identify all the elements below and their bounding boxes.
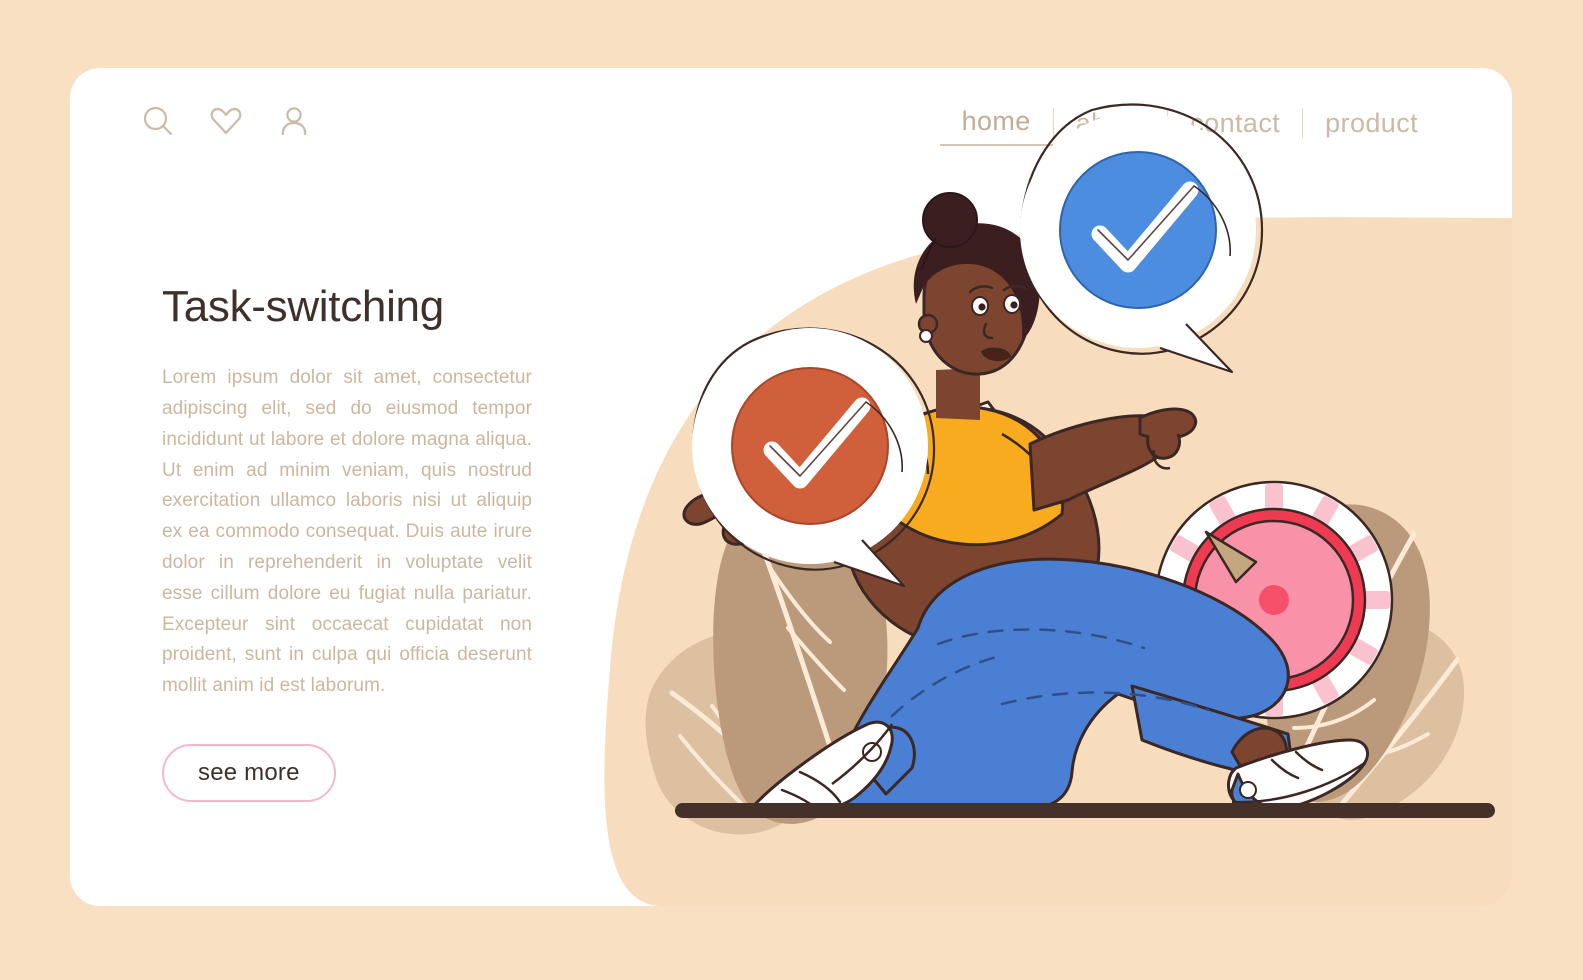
hero-illustration bbox=[532, 68, 1512, 906]
header-icon-group bbox=[137, 100, 315, 142]
search-icon[interactable] bbox=[137, 100, 179, 142]
see-more-button[interactable]: see more bbox=[162, 743, 336, 802]
ground-line bbox=[675, 803, 1495, 818]
content-card: home about contact product Task-switchin… bbox=[70, 68, 1512, 906]
user-icon[interactable] bbox=[273, 100, 315, 142]
page-title: Task-switching bbox=[162, 282, 444, 331]
heart-icon[interactable] bbox=[205, 100, 247, 142]
landing-page: home about contact product Task-switchin… bbox=[0, 0, 1583, 980]
hero-body-text: Lorem ipsum dolor sit amet, consectetur … bbox=[162, 367, 532, 697]
hero-text-column: Task-switching Lorem ipsum dolor sit ame… bbox=[162, 282, 532, 802]
